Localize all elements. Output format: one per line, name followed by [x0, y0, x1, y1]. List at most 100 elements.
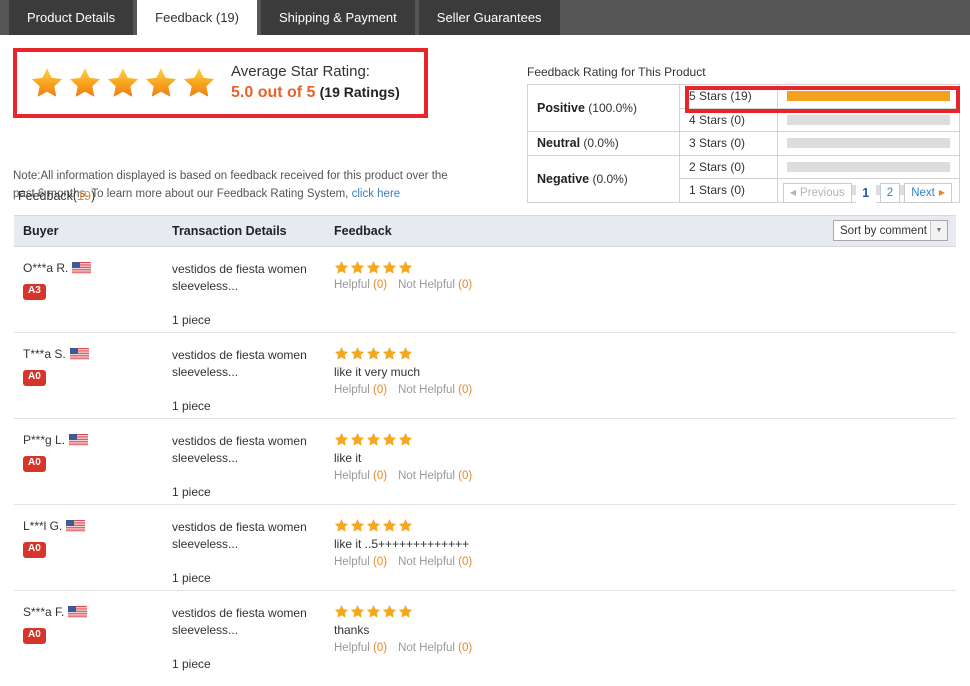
feedback-cell: like it ..5+++++++++++++ Helpful (0) Not…	[334, 518, 472, 568]
tab-label: Product Details	[27, 10, 116, 25]
tab-2[interactable]: Shipping & Payment	[260, 0, 415, 35]
helpfulness-controls: Helpful (0) Not Helpful (0)	[334, 384, 472, 396]
buyer-name: T***a S.	[23, 347, 66, 361]
not-helpful-label: Not Helpful	[398, 279, 455, 291]
star-icon	[350, 433, 365, 446]
product-name[interactable]: vestidos de fiesta women sleeveless...	[172, 605, 330, 640]
not-helpful-button[interactable]: Not Helpful (0)	[398, 470, 472, 482]
product-name[interactable]: vestidos de fiesta women sleeveless...	[172, 347, 330, 382]
not-helpful-label: Not Helpful	[398, 470, 455, 482]
star-icon	[145, 68, 177, 97]
helpful-button[interactable]: Helpful (0)	[334, 556, 387, 568]
star-icon	[107, 68, 139, 97]
average-rating-box: Average Star Rating: 5.0 out of 5 (19 Ra…	[13, 48, 428, 118]
status-badge: A0	[23, 456, 46, 472]
status-badge: A0	[23, 542, 46, 558]
helpfulness-controls: Helpful (0) Not Helpful (0)	[334, 470, 472, 482]
helpful-button[interactable]: Helpful (0)	[334, 642, 387, 654]
chevron-left-icon: ◀	[789, 188, 797, 197]
feedback-count-number: 19	[77, 189, 91, 203]
not-helpful-count: (0)	[458, 470, 473, 482]
feedback-list-header: Feedback(19) ◀ Previous 1 2 Next ▶	[18, 183, 952, 215]
rating-stars	[334, 518, 472, 533]
helpful-count: (0)	[373, 470, 388, 482]
star-icon	[382, 261, 397, 274]
pagination-page-1[interactable]: 1	[855, 183, 876, 203]
helpful-button[interactable]: Helpful (0)	[334, 279, 387, 291]
star-bucket-label: 2 Stars (0)	[679, 154, 778, 179]
feedback-table-header: Buyer Transaction Details Feedback Sort …	[14, 215, 956, 247]
bar-track	[787, 161, 950, 172]
helpful-button[interactable]: Helpful (0)	[334, 384, 387, 396]
star-icon	[350, 519, 365, 532]
product-name[interactable]: vestidos de fiesta women sleeveless...	[172, 519, 330, 554]
star-bucket-label: 5 Stars (19)	[679, 84, 778, 109]
feedback-comment: like it	[334, 451, 362, 465]
pagination-next-button[interactable]: Next ▶	[904, 183, 952, 203]
sort-dropdown[interactable]: Sort by comment ▼	[833, 220, 948, 241]
not-helpful-button[interactable]: Not Helpful (0)	[398, 279, 472, 291]
pagination-page-2[interactable]: 2	[879, 183, 901, 203]
quantity: 1 piece	[172, 656, 211, 671]
buyer-name-line: O***a R.	[23, 261, 173, 275]
chevron-down-icon: ▼	[930, 221, 947, 240]
rating-summary-section: Average Star Rating: 5.0 out of 5 (19 Ra…	[0, 35, 970, 203]
star-icon	[334, 347, 349, 360]
feedback-rows: O***a R. A3 vestidos de fiesta women sle…	[14, 247, 956, 677]
not-helpful-button[interactable]: Not Helpful (0)	[398, 384, 472, 396]
star-icon	[334, 433, 349, 446]
star-icon	[366, 519, 381, 532]
helpful-label: Helpful	[334, 470, 370, 482]
average-star-display	[29, 66, 217, 100]
product-name[interactable]: vestidos de fiesta women sleeveless...	[172, 261, 330, 296]
star-bucket-bar-cell	[777, 107, 960, 132]
star-icon	[366, 347, 381, 360]
star-icon	[382, 433, 397, 446]
star-icon	[350, 347, 365, 360]
tab-1[interactable]: Feedback (19)	[137, 0, 257, 35]
feedback-cell: thanks Helpful (0) Not Helpful (0)	[334, 604, 472, 654]
not-helpful-label: Not Helpful	[398, 642, 455, 654]
buyer-name-line: L***l G.	[23, 519, 173, 533]
us-flag-icon	[72, 262, 92, 274]
helpful-count: (0)	[373, 642, 388, 654]
star-bucket-bar-cell	[777, 154, 960, 179]
bar-track	[787, 91, 950, 102]
not-helpful-button[interactable]: Not Helpful (0)	[398, 642, 472, 654]
buyer-name: L***l G.	[23, 519, 63, 533]
average-rating-text: Average Star Rating: 5.0 out of 5 (19 Ra…	[231, 62, 400, 104]
buyer-name: O***a R.	[23, 261, 69, 275]
us-flag-icon	[66, 520, 86, 532]
tab-3[interactable]: Seller Guarantees	[418, 0, 560, 35]
star-icon	[350, 605, 365, 618]
bar-track	[787, 114, 950, 125]
not-helpful-button[interactable]: Not Helpful (0)	[398, 556, 472, 568]
rating-stars	[334, 260, 472, 275]
sentiment-cell-neutral: Neutral (0.0%)	[527, 131, 680, 156]
not-helpful-count: (0)	[458, 642, 473, 654]
star-icon	[398, 519, 413, 532]
product-name[interactable]: vestidos de fiesta women sleeveless...	[172, 433, 330, 468]
star-icon	[382, 605, 397, 618]
star-icon	[398, 605, 413, 618]
quantity: 1 piece	[172, 312, 211, 327]
star-icon	[366, 433, 381, 446]
table-row: P***g L. A0 vestidos de fiesta women sle…	[14, 419, 956, 505]
feedback-count-suffix: )	[90, 189, 96, 203]
star-icon	[334, 261, 349, 274]
tab-0[interactable]: Product Details	[9, 0, 134, 35]
feedback-rating-title: Feedback Rating for This Product	[527, 65, 706, 79]
helpful-count: (0)	[373, 279, 388, 291]
buyer-cell: T***a S. A0	[23, 347, 173, 386]
status-badge: A3	[23, 284, 46, 300]
not-helpful-count: (0)	[458, 556, 473, 568]
average-rating-count: (19 Ratings)	[319, 84, 400, 101]
star-icon	[350, 261, 365, 274]
pagination-previous-button[interactable]: ◀ Previous	[782, 183, 852, 203]
rating-stars	[334, 604, 472, 619]
helpful-button[interactable]: Helpful (0)	[334, 470, 387, 482]
feedback-count-label: Feedback(19)	[18, 189, 95, 203]
buyer-cell: P***g L. A0	[23, 433, 173, 472]
helpfulness-controls: Helpful (0) Not Helpful (0)	[334, 642, 472, 654]
status-badge: A0	[23, 628, 46, 644]
